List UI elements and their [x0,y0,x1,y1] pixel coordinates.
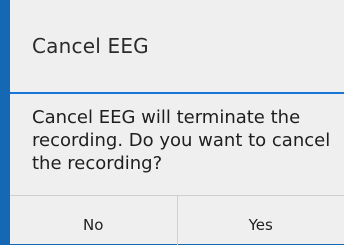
dialog-header: Cancel EEG [10,0,344,92]
dialog-title: Cancel EEG [32,34,149,58]
dialog-button-bar: No Yes [10,195,344,245]
title-divider [10,92,344,94]
cancel-eeg-dialog: Cancel EEG Cancel EEG will terminate the… [10,0,344,244]
no-button[interactable]: No [10,196,177,245]
dialog-message: Cancel EEG will terminate the recording.… [32,106,332,175]
yes-button[interactable]: Yes [178,196,344,245]
